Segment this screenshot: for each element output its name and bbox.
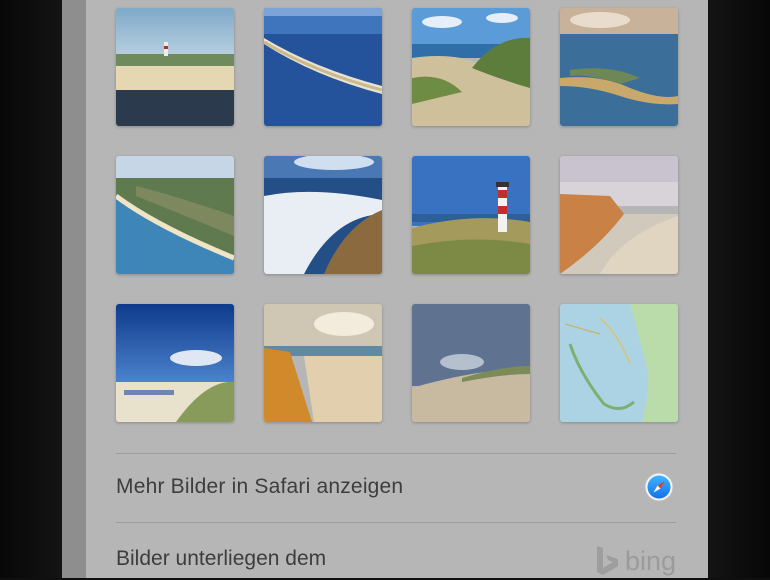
- thumb-aerial-sandbar[interactable]: [264, 8, 382, 126]
- background-right: [708, 0, 770, 578]
- thumb-cliff-beach[interactable]: [560, 156, 678, 274]
- thumb-beach-chairs-dunes[interactable]: [116, 304, 234, 422]
- thumb-waves-beach[interactable]: [264, 156, 382, 274]
- thumb-aerial-coastline[interactable]: [116, 156, 234, 274]
- image-grid: [116, 8, 678, 422]
- thumb-dune-cloudy-sky[interactable]: [412, 304, 530, 422]
- thumb-lighthouse-dunes-beach[interactable]: [116, 8, 234, 126]
- license-text: Bilder unterliegen dem: [116, 547, 327, 570]
- thumb-aerial-island-tip[interactable]: [560, 8, 678, 126]
- thumb-dunes-grass[interactable]: [412, 8, 530, 126]
- thumb-red-white-lighthouse[interactable]: [412, 156, 530, 274]
- license-row: Bilder unterliegen dem bing: [116, 540, 676, 580]
- thumb-island-map[interactable]: [560, 304, 678, 422]
- image-results-panel: Mehr Bilder in Safari anzeigen Bilder un…: [86, 0, 708, 578]
- background-left: [0, 0, 62, 578]
- bing-logo-icon: [596, 546, 618, 575]
- thumb-red-cliff-sunset[interactable]: [264, 304, 382, 422]
- divider-bottom: [116, 522, 676, 523]
- bing-logo: bing: [593, 544, 676, 578]
- bing-wordmark: bing: [624, 545, 676, 576]
- more-images-label: Mehr Bilder in Safari anzeigen: [116, 475, 404, 498]
- safari-compass-icon: [644, 472, 674, 502]
- divider-top: [116, 453, 676, 454]
- panel-left-edge: [62, 0, 86, 578]
- more-images-in-safari-button[interactable]: Mehr Bilder in Safari anzeigen: [116, 462, 676, 512]
